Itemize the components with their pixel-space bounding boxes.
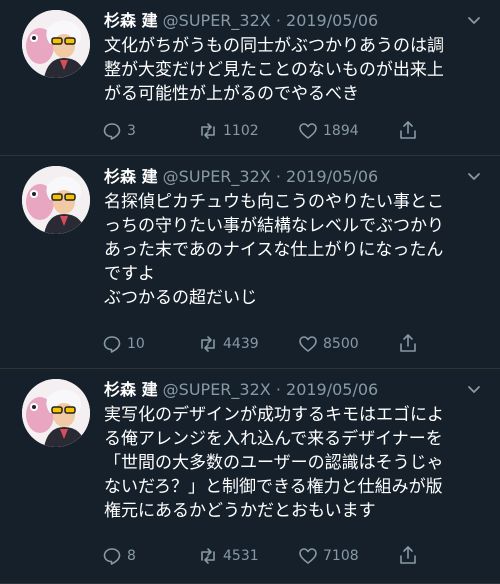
like-count: 8500 [323,336,359,352]
tweet-line: あった末であのナイスな仕上がりになったん [104,240,444,260]
retweet-icon [201,336,215,352]
tweet-line: がる可能性が上がるのでやるべき [104,84,359,104]
reply-icon [103,123,121,140]
tweet-text: 実写化のデザインが成功するキモはエゴによ る俺アレンジを入れ込んで来るデザイナー… [104,403,484,523]
avatar[interactable] [22,10,90,78]
tweet-line: っちの守りたい事が結構なレベルでぶつかり [104,216,444,236]
separator: · [275,11,281,30]
share-button[interactable] [398,120,420,142]
tweet-date[interactable]: 2019/05/06 [286,167,378,186]
like-button[interactable]: 1894 [298,120,359,142]
reply-count: 3 [127,123,136,139]
share-button[interactable] [398,545,420,567]
tweet-text: 名探偵ピカチュウも向こうのやりたい事とこ っちの守りたい事が結構なレベルでぶつか… [104,190,484,310]
tweet-text: 文化がちがうもの同士がぶつかりあうのは調 整が大変だけど見たことのないものが出来… [104,34,484,106]
like-count: 1894 [323,123,359,139]
chevron-down-icon[interactable] [466,168,482,184]
retweet-icon [201,123,215,139]
like-button[interactable]: 8500 [298,333,359,355]
retweet-button[interactable]: 4439 [198,333,259,355]
like-button[interactable]: 7108 [298,545,359,567]
tweet-line: ですよ [104,264,155,284]
share-icon [400,121,416,139]
tweet-line: 権元にあるかどうかだとおもいます [104,501,376,521]
tweet-date[interactable]: 2019/05/06 [286,380,378,399]
share-icon [400,546,416,564]
reply-button[interactable]: 8 [102,545,136,567]
tweet-1[interactable]: 杉森 建 @SUPER_32X · 2019/05/06 文化がちがうもの同士が… [0,0,500,156]
user-handle[interactable]: @SUPER_32X [163,167,271,186]
avatar[interactable] [22,166,90,234]
tweet-line: 実写化のデザインが成功するキモはエゴによ [104,405,444,425]
avatar[interactable] [22,379,90,447]
retweet-count: 1102 [223,123,259,139]
tweet-line: ないだろ？」と制御できる権力と仕組みが版 [104,477,443,497]
separator: · [275,167,281,186]
tweet-header: 杉森 建 @SUPER_32X · 2019/05/06 [104,166,378,188]
user-handle[interactable]: @SUPER_32X [163,11,271,30]
tweet-actions: 3 1102 1894 [102,120,432,142]
tweet-line: 名探偵ピカチュウも向こうのやりたい事とこ [104,192,444,212]
retweet-count: 4531 [223,548,259,564]
reply-count: 10 [127,336,145,352]
heart-icon [299,336,317,352]
user-handle[interactable]: @SUPER_32X [163,380,271,399]
retweet-button[interactable]: 4531 [198,545,259,567]
reply-icon [103,336,121,353]
tweet-header: 杉森 建 @SUPER_32X · 2019/05/06 [104,379,378,401]
tweet-3[interactable]: 杉森 建 @SUPER_32X · 2019/05/06 実写化のデザインが成功… [0,369,500,584]
heart-icon [299,548,317,564]
reply-count: 8 [127,548,136,564]
display-name[interactable]: 杉森 建 [104,11,158,30]
tweet-line: ぶつかるの超だいじ [104,288,257,308]
tweet-2[interactable]: 杉森 建 @SUPER_32X · 2019/05/06 名探偵ピカチュウも向こ… [0,156,500,369]
reply-button[interactable]: 10 [102,333,145,355]
retweet-button[interactable]: 1102 [198,120,259,142]
tweet-line: 文化がちがうもの同士がぶつかりあうのは調 [104,36,444,56]
like-count: 7108 [323,548,359,564]
tweet-actions: 10 4439 8500 [102,333,432,355]
tweet-line: 整が大変だけど見たことのないものが出来上 [104,60,444,80]
heart-icon [299,123,317,139]
retweet-icon [201,548,215,564]
tweet-date[interactable]: 2019/05/06 [286,11,378,30]
share-button[interactable] [398,333,420,355]
separator: · [275,380,281,399]
tweet-line: る俺アレンジを入れ込んで来るデザイナーを [104,429,443,449]
display-name[interactable]: 杉森 建 [104,167,158,186]
retweet-count: 4439 [223,336,259,352]
share-icon [400,334,416,352]
tweet-line: 「世間の大多数のユーザーの認識はそうじゃ [104,453,444,473]
chevron-down-icon[interactable] [466,12,482,28]
tweet-header: 杉森 建 @SUPER_32X · 2019/05/06 [104,10,378,32]
tweet-actions: 8 4531 7108 [102,545,432,567]
display-name[interactable]: 杉森 建 [104,380,158,399]
reply-icon [103,548,121,565]
chevron-down-icon[interactable] [466,381,482,397]
reply-button[interactable]: 3 [102,120,136,142]
